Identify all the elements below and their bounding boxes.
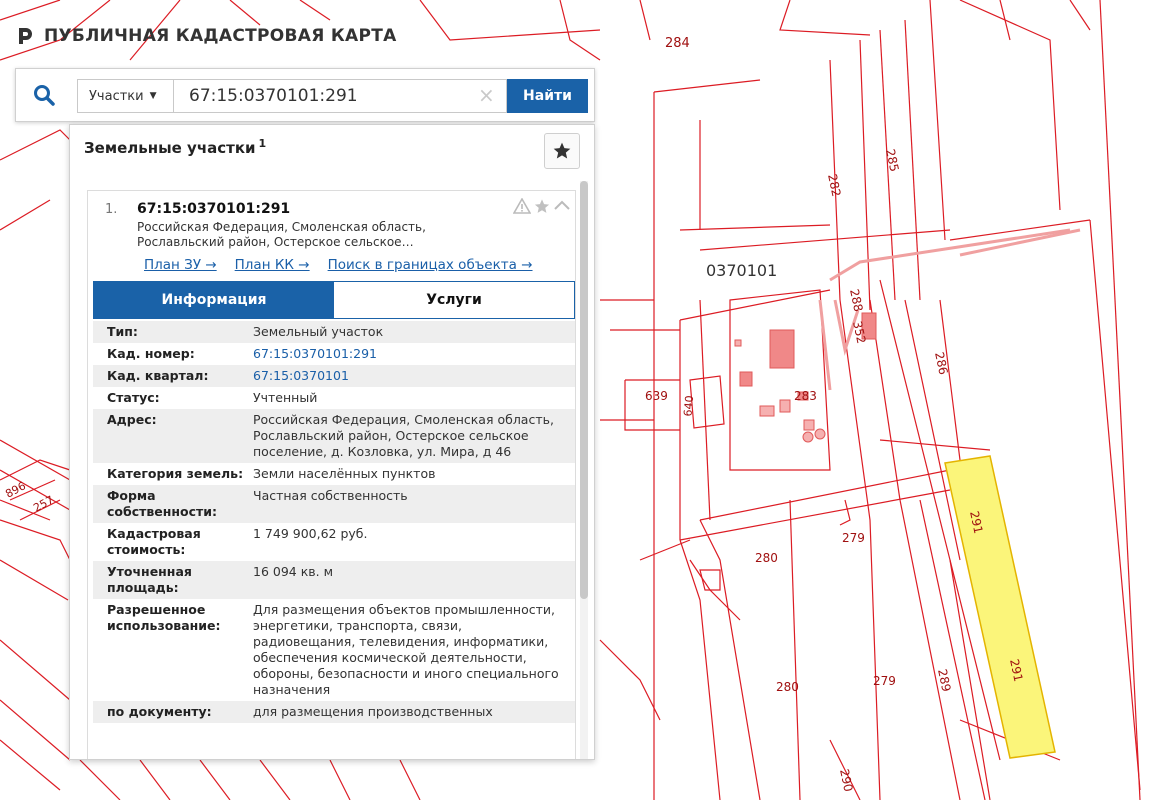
map-label-284: 284 xyxy=(665,36,690,51)
app-title: ПУБЛИЧНАЯ КАДАСТРОВАЯ КАРТА xyxy=(44,26,397,46)
detail-value: 16 094 кв. м xyxy=(253,564,334,579)
detail-row-status: Статус: Учтенный xyxy=(93,387,575,409)
item-address-line1: Российская Федерация, Смоленская область… xyxy=(137,220,426,234)
search-input[interactable] xyxy=(174,79,507,113)
item-links: План ЗУ → План КК → Поиск в границах объ… xyxy=(144,257,533,273)
detail-row-cad-value: Кадастровая стоимость: 1 749 900,62 руб. xyxy=(93,523,575,561)
map-label-280-top: 280 xyxy=(755,551,778,565)
map-label-282: 282 xyxy=(825,173,843,198)
panel-title-text: Земельные участки xyxy=(84,139,256,157)
detail-row-permitted-use: Разрешенное использование: Для размещени… xyxy=(93,599,575,701)
details-table: Тип: Земельный участок Кад. номер: 67:15… xyxy=(93,321,575,723)
info-tabs: Информация Услуги xyxy=(93,281,575,319)
scrollbar-thumb[interactable] xyxy=(580,181,588,599)
map-label-279-top: 279 xyxy=(842,531,865,545)
detail-value-link[interactable]: 67:15:0370101:291 xyxy=(253,346,575,362)
logo-icon xyxy=(19,28,32,44)
map-label-286: 286 xyxy=(932,351,950,376)
detail-key: Статус: xyxy=(107,390,160,405)
detail-row-cad-quarter: Кад. квартал: 67:15:0370101 xyxy=(93,365,575,387)
detail-key: Уточненная площадь: xyxy=(107,564,192,595)
detail-value: Земли населённых пунктов xyxy=(253,466,436,481)
results-count: 1 xyxy=(258,137,267,150)
search-bar: Участки ▼ × Найти xyxy=(15,68,595,122)
detail-key: Категория земель: xyxy=(107,466,244,481)
detail-row-area: Уточненная площадь: 16 094 кв. м xyxy=(93,561,575,599)
star-icon[interactable] xyxy=(533,198,551,215)
plan-kk-link[interactable]: План КК → xyxy=(235,257,310,273)
object-type-select[interactable]: Участки ▼ xyxy=(77,79,174,113)
chevron-up-icon[interactable] xyxy=(553,198,571,214)
search-in-bounds-link[interactable]: Поиск в границах объекта → xyxy=(328,257,533,273)
detail-key: по документу: xyxy=(107,704,212,719)
map-label-279-bottom: 279 xyxy=(873,674,896,688)
detail-key: Кад. квартал: xyxy=(107,368,209,383)
detail-value: Для размещения объектов промышленности, … xyxy=(253,602,559,697)
plan-zu-link[interactable]: План ЗУ → xyxy=(144,257,217,273)
detail-key: Адрес: xyxy=(107,412,157,427)
item-cad-number[interactable]: 67:15:0370101:291 xyxy=(137,201,290,217)
detail-key: Форма собственности: xyxy=(107,488,218,519)
detail-value-link[interactable]: 67:15:0370101 xyxy=(253,368,575,384)
detail-row-ownership: Форма собственности: Частная собственнос… xyxy=(93,485,575,523)
detail-row-cad-number: Кад. номер: 67:15:0370101:291 xyxy=(93,343,575,365)
detail-value: для размещения производственных xyxy=(253,704,493,719)
detail-key: Разрешенное использование: xyxy=(107,602,221,633)
warning-icon[interactable] xyxy=(513,198,531,214)
detail-key: Тип: xyxy=(107,324,138,339)
detail-value: Земельный участок xyxy=(253,324,384,339)
results-panel: Земельные участки 1 1. 67:15:0370101:291 … xyxy=(69,124,595,760)
map-label-257: 257 xyxy=(31,493,56,514)
scrollbar[interactable] xyxy=(580,181,588,759)
item-address: Российская Федерация, Смоленская область… xyxy=(137,220,477,250)
app-logo: ПУБЛИЧНАЯ КАДАСТРОВАЯ КАРТА xyxy=(16,26,397,46)
star-icon xyxy=(553,142,571,159)
item-address-line2: Рославльский район, Остерское сельское… xyxy=(137,235,414,249)
item-actions xyxy=(513,198,571,215)
detail-row-address: Адрес: Российская Федерация, Смоленская … xyxy=(93,409,575,463)
detail-value: Учтенный xyxy=(253,390,318,405)
detail-value: Частная собственность xyxy=(253,488,408,503)
favorites-button[interactable] xyxy=(544,133,580,169)
detail-value: 1 749 900,62 руб. xyxy=(253,526,368,541)
map-label-283: 283 xyxy=(794,389,817,403)
clear-icon[interactable]: × xyxy=(478,85,495,105)
map-label-290: 290 xyxy=(837,768,855,793)
chevron-down-icon: ▼ xyxy=(149,91,157,101)
map-label-288: 288 xyxy=(847,288,865,313)
detail-row-land-category: Категория земель: Земли населённых пункт… xyxy=(93,463,575,485)
search-icon[interactable] xyxy=(32,83,56,107)
detail-row-type: Тип: Земельный участок xyxy=(93,321,575,343)
detail-row-by-document: по документу: для размещения производств… xyxy=(93,701,575,723)
find-button[interactable]: Найти xyxy=(507,79,588,113)
item-index: 1. xyxy=(105,202,118,217)
tab-services[interactable]: Услуги xyxy=(334,282,574,318)
map-label-285: 285 xyxy=(883,148,901,173)
tab-information[interactable]: Информация xyxy=(94,282,334,318)
map-label-280-bottom: 280 xyxy=(776,680,799,694)
map-label-639: 639 xyxy=(645,389,668,403)
panel-title: Земельные участки 1 xyxy=(84,137,266,157)
detail-key: Кад. номер: xyxy=(107,346,195,361)
object-type-label: Участки xyxy=(89,88,144,104)
map-label-640: 640 xyxy=(681,395,696,417)
detail-value: Российская Федерация, Смоленская область… xyxy=(253,412,554,459)
cadastral-block-label: 0370101 xyxy=(706,261,777,280)
detail-key: Кадастровая стоимость: xyxy=(107,526,201,557)
parcel-card: 1. 67:15:0370101:291 Российская Федераци… xyxy=(87,190,576,759)
